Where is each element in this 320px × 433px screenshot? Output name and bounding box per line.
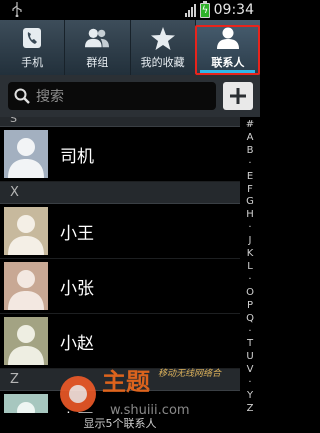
contact-name: 司机 [60, 146, 94, 167]
index-letter[interactable]: J [249, 236, 252, 246]
index-letter[interactable]: B [247, 145, 254, 156]
section-header: S [0, 117, 240, 127]
search-placeholder: 搜索 [36, 89, 64, 105]
index-letter[interactable]: T [247, 339, 253, 349]
avatar [4, 262, 48, 310]
avatar [4, 317, 48, 365]
avatar [4, 207, 48, 255]
section-header: Z [0, 369, 240, 391]
list-item[interactable]: 司机 [0, 127, 240, 182]
index-letter[interactable]: P [247, 300, 253, 311]
contact-name: 小赵 [60, 333, 94, 354]
index-letter[interactable]: · [248, 223, 251, 233]
avatar [4, 130, 48, 178]
list-item[interactable]: 小张 [0, 259, 240, 314]
annotation-highlight-box [195, 25, 260, 75]
tab-favorites[interactable]: 我的收藏 [131, 20, 196, 75]
tab-phone[interactable]: 手机 [0, 20, 66, 75]
index-letter[interactable]: V [247, 365, 254, 375]
tab-label: 手机 [21, 56, 44, 69]
alphabet-index-bar[interactable]: # A B · E F G H · J K L · O P Q · T U V … [240, 117, 260, 417]
index-letter[interactable]: L [247, 261, 253, 272]
index-letter[interactable]: O [246, 287, 254, 298]
star-icon [150, 26, 175, 50]
footer: 显示5个联系人 [0, 413, 240, 433]
index-letter[interactable]: Y [247, 391, 253, 401]
battery-charging-icon: ϟ [199, 0, 210, 18]
plus-icon [230, 88, 246, 104]
contact-name: 小王 [60, 223, 94, 244]
list-item[interactable]: 小赵 [0, 314, 240, 369]
phone-icon [20, 26, 44, 50]
tab-label: 群组 [86, 56, 109, 69]
tab-label: 我的收藏 [140, 56, 185, 69]
tab-group[interactable]: 群组 [65, 20, 131, 75]
signal-icon [184, 3, 196, 17]
index-letter[interactable]: U [246, 352, 253, 362]
index-letter[interactable]: Z [247, 403, 254, 414]
contact-count: 显示5个联系人 [83, 417, 157, 430]
index-letter[interactable]: · [248, 378, 251, 388]
index-letter[interactable]: · [248, 274, 251, 285]
index-letter[interactable]: # [246, 120, 254, 130]
index-letter[interactable]: K [247, 249, 254, 259]
status-time: 09:34 [213, 2, 254, 18]
list-item[interactable]: 小王 [0, 204, 240, 259]
section-header: X [0, 182, 240, 204]
add-contact-button[interactable] [223, 82, 253, 110]
usb-icon [12, 2, 22, 17]
search-input[interactable]: 搜索 [8, 82, 216, 110]
index-letter[interactable]: Q [246, 313, 254, 324]
index-letter[interactable]: E [247, 171, 253, 182]
search-row: 搜索 [0, 75, 260, 117]
index-letter[interactable]: H [246, 210, 254, 220]
index-letter[interactable]: · [248, 326, 251, 337]
index-letter[interactable]: G [246, 197, 254, 207]
search-icon [14, 88, 30, 104]
index-letter[interactable]: · [248, 158, 251, 169]
index-letter[interactable]: A [247, 132, 254, 143]
status-bar: ϟ 09:34 [0, 0, 260, 20]
index-letter[interactable]: F [247, 184, 253, 195]
contact-list[interactable]: S 司机 X 小王 小张 小赵 Z [0, 117, 240, 417]
group-icon [85, 26, 110, 50]
contact-name: 小张 [60, 278, 94, 299]
